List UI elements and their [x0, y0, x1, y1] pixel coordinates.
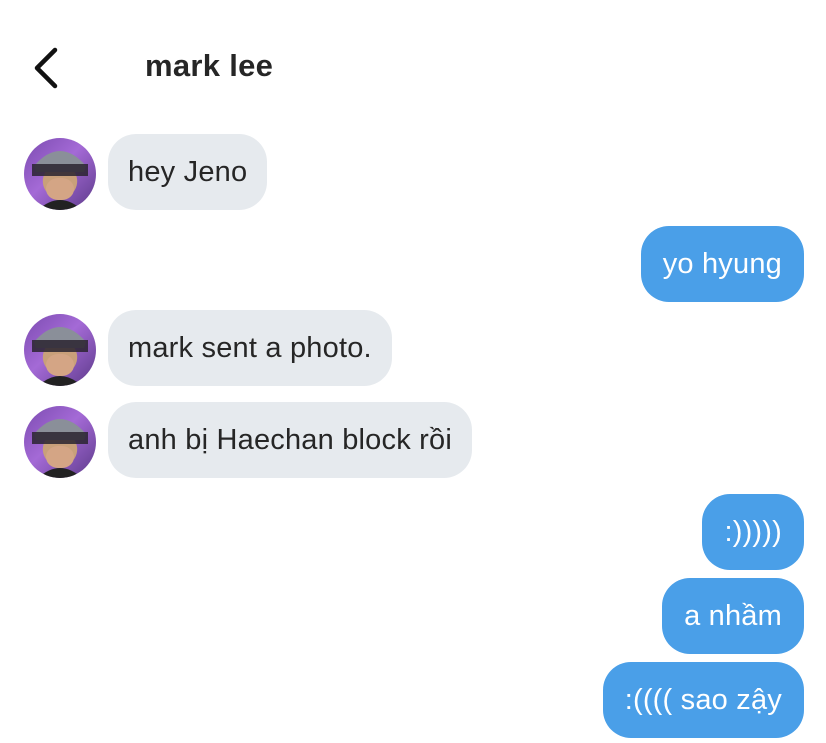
message-text: anh bị Haechan block rồi [128, 423, 452, 456]
chat-header: mark lee [0, 0, 826, 120]
message-text: hey Jeno [128, 155, 248, 188]
avatar[interactable] [24, 138, 96, 210]
back-button[interactable] [26, 44, 66, 92]
message-text: yo hyung [662, 247, 782, 280]
message-text: :(((( sao zậy [624, 683, 782, 716]
message-text: mark sent a photo. [128, 331, 372, 364]
message-bubble-outgoing[interactable]: a nhầm [662, 578, 804, 654]
avatar[interactable] [24, 314, 96, 386]
page-title: mark lee [145, 48, 274, 83]
avatar[interactable] [24, 406, 96, 478]
message-bubble-incoming[interactable]: anh bị Haechan block rồi [108, 402, 472, 478]
message-text: a nhầm [684, 599, 782, 632]
message-bubble-incoming[interactable]: mark sent a photo. [108, 310, 392, 386]
message-bubble-outgoing[interactable]: :(((( sao zậy [602, 662, 804, 738]
message-bubble-outgoing[interactable]: :))))) [702, 494, 804, 570]
message-bubble-incoming[interactable]: hey Jeno [108, 134, 268, 210]
chevron-left-icon [34, 47, 58, 89]
message-bubble-outgoing[interactable]: yo hyung [640, 226, 804, 302]
message-text: :))))) [724, 515, 782, 548]
